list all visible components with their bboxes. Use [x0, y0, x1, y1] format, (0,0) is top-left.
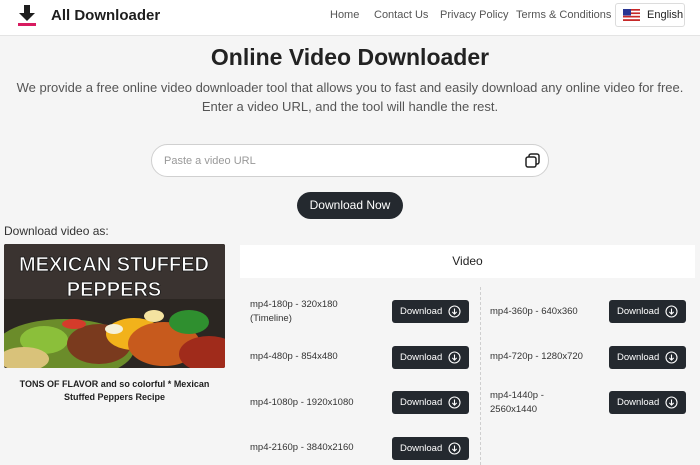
- page-title: Online Video Downloader: [210, 44, 490, 70]
- format-label-line: mp4-480p - 854x480: [250, 351, 338, 362]
- download-button-2160p[interactable]: Download: [392, 437, 469, 460]
- language-label: English: [647, 9, 684, 21]
- download-button-label: Download: [617, 397, 660, 408]
- format-label-line: mp4-180p - 320x180: [250, 299, 338, 310]
- format-label-line: (Timeline): [250, 313, 292, 324]
- format-label: mp4-180p - 320x180 (Timeline): [250, 298, 380, 326]
- format-label-line: mp4-1080p - 1920x1080: [250, 397, 354, 408]
- download-button-360p[interactable]: Download: [609, 300, 686, 323]
- video-title-line-2: Stuffed Peppers Recipe: [63, 392, 166, 402]
- nav-privacy-policy[interactable]: Privacy Policy: [440, 9, 508, 21]
- download-button-480p[interactable]: Download: [392, 346, 469, 369]
- download-button-720p[interactable]: Download: [609, 346, 686, 369]
- download-button-label: Download: [617, 352, 660, 363]
- thumbnail-image: MEXICAN STUFFED PEPPERS: [4, 244, 225, 368]
- format-label: mp4-480p - 854x480: [250, 350, 380, 364]
- download-circle-icon: [665, 396, 678, 409]
- us-flag-icon: [623, 9, 640, 21]
- video-title: TONS OF FLAVOR and so colorful * Mexican…: [4, 378, 225, 404]
- language-selector[interactable]: English: [615, 3, 685, 27]
- thumbnail-text-line-2: PEPPERS: [67, 279, 161, 301]
- download-button-label: Download: [400, 443, 443, 454]
- format-label: mp4-2160p - 3840x2160: [250, 441, 380, 455]
- video-thumbnail[interactable]: MEXICAN STUFFED PEPPERS: [4, 244, 225, 368]
- format-label: mp4-1080p - 1920x1080: [250, 396, 380, 410]
- download-as-label: Download video as:: [4, 224, 109, 238]
- nav-home[interactable]: Home: [330, 9, 359, 21]
- download-button-label: Download: [400, 352, 443, 363]
- download-button-label: Download: [617, 306, 660, 317]
- download-circle-icon: [448, 305, 461, 318]
- format-label-line: mp4-1440p -: [490, 390, 544, 401]
- format-label-line: mp4-720p - 1280x720: [490, 351, 583, 362]
- download-button-1440p[interactable]: Download: [609, 391, 686, 414]
- page-description: We provide a free online video downloade…: [10, 78, 690, 116]
- format-label-line: mp4-2160p - 3840x2160: [250, 442, 354, 453]
- download-circle-icon: [448, 396, 461, 409]
- download-now-button[interactable]: Download Now: [297, 192, 403, 219]
- nav-terms-conditions[interactable]: Terms & Conditions: [516, 9, 611, 21]
- format-label-line: 2560x1440: [490, 404, 538, 415]
- video-title-line-1: TONS OF FLAVOR and so colorful * Mexican: [19, 379, 210, 389]
- format-label: mp4-360p - 640x360: [490, 305, 620, 319]
- video-url-input[interactable]: [164, 152, 514, 170]
- format-label: mp4-1440p - 2560x1440: [490, 389, 620, 417]
- url-input-container: [151, 144, 549, 177]
- download-circle-icon: [448, 442, 461, 455]
- download-arrow-icon[interactable]: [16, 3, 38, 27]
- download-button-label: Download: [400, 306, 443, 317]
- nav-contact-us[interactable]: Contact Us: [374, 9, 428, 21]
- download-circle-icon: [665, 351, 678, 364]
- tab-video[interactable]: Video: [240, 245, 695, 278]
- format-label-line: mp4-360p - 640x360: [490, 306, 578, 317]
- download-button-1080p[interactable]: Download: [392, 391, 469, 414]
- download-circle-icon: [448, 351, 461, 364]
- download-circle-icon: [665, 305, 678, 318]
- description-line-2: Enter a video URL, and the tool will han…: [201, 99, 499, 114]
- thumbnail-text-line-1: MEXICAN STUFFED: [19, 254, 209, 276]
- download-button-180p[interactable]: Download: [392, 300, 469, 323]
- download-button-label: Download: [400, 397, 443, 408]
- brand-name[interactable]: All Downloader: [51, 7, 160, 24]
- column-divider: [480, 287, 481, 465]
- paste-icon[interactable]: [525, 153, 540, 168]
- top-navbar: All Downloader Home Contact Us Privacy P…: [0, 0, 700, 36]
- format-label: mp4-720p - 1280x720: [490, 350, 620, 364]
- description-line-1: We provide a free online video downloade…: [16, 80, 684, 95]
